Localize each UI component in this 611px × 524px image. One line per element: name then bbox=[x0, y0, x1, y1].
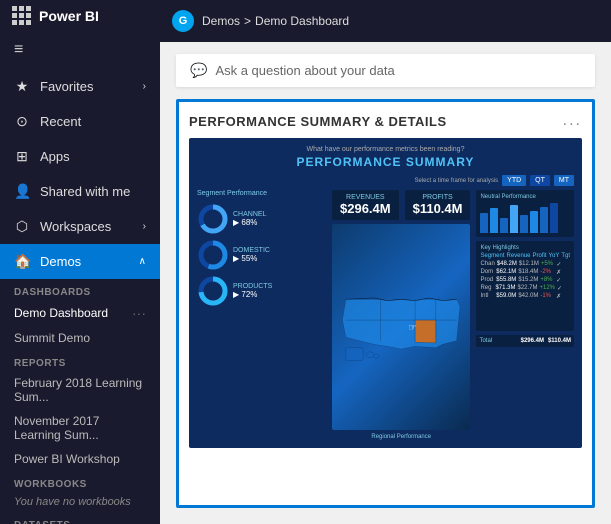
favorites-icon: ★ bbox=[14, 78, 30, 95]
profits-label: PROFITS bbox=[413, 194, 463, 201]
nav-sub-label: Demo Dashboard bbox=[14, 306, 108, 320]
products-row: PRODUCTS ▶ 72% bbox=[197, 275, 326, 307]
chevron-icon: › bbox=[143, 221, 146, 232]
select-label: Select a time frame for analysis bbox=[414, 178, 498, 184]
sidebar-header: Power BI bbox=[0, 0, 160, 31]
card-header: PERFORMANCE SUMMARY & DETAILS ... bbox=[189, 112, 582, 130]
viz-subtitle: What have our performance metrics been r… bbox=[197, 146, 574, 153]
channel-metrics: CHANNEL ▶ 68% bbox=[233, 211, 266, 227]
table-row: Dom $62.1M $18.4M -2% ✗ bbox=[480, 269, 570, 276]
shared-icon: 👤 bbox=[14, 183, 30, 200]
filter-qt-button[interactable]: QT bbox=[530, 175, 550, 186]
segment-label: Segment Performance bbox=[197, 190, 326, 197]
top-bar: G Demos > Demo Dashboard bbox=[160, 0, 611, 42]
breadcrumb-dashboard: Demo Dashboard bbox=[255, 14, 349, 28]
sidebar-item-recent[interactable]: ⊙ Recent bbox=[0, 104, 160, 139]
perf-left: Segment Performance CHANNEL ▶ 68% bbox=[197, 190, 326, 440]
perf-body: Segment Performance CHANNEL ▶ 68% bbox=[197, 190, 574, 440]
highlights-label: Key Highlights bbox=[480, 245, 570, 251]
svg-text:☞: ☞ bbox=[408, 322, 417, 333]
key-highlights-table: Key Highlights Segment Revenue Profit Yo… bbox=[476, 241, 574, 331]
app-name: Power BI bbox=[39, 8, 99, 24]
nav-sub-report-1[interactable]: February 2018 Learning Sum... bbox=[0, 371, 160, 409]
main-content: G Demos > Demo Dashboard 💬 Ask a questio… bbox=[160, 0, 611, 524]
perf-right: Neutral Performance bbox=[476, 190, 574, 440]
breadcrumb-demos[interactable]: Demos bbox=[202, 14, 240, 28]
breadcrumb-separator: > bbox=[244, 14, 251, 28]
table-header: Segment Revenue Profit YoY Tgt bbox=[480, 253, 570, 259]
waffle-icon[interactable] bbox=[12, 6, 31, 25]
section-datasets: DATASETS bbox=[0, 512, 160, 524]
hamburger-button[interactable]: ≡ bbox=[0, 31, 160, 69]
table-row: Reg $71.3M $22.7M +12% ✓ bbox=[480, 285, 570, 292]
nav-sub-report-3[interactable]: Power BI Workshop bbox=[0, 447, 160, 471]
section-workbooks: WORKBOOKS bbox=[0, 471, 160, 492]
breadcrumb: Demos > Demo Dashboard bbox=[202, 14, 349, 28]
recent-icon: ⊙ bbox=[14, 113, 30, 130]
qa-icon: 💬 bbox=[190, 62, 207, 79]
sidebar-item-favorites[interactable]: ★ Favorites › bbox=[0, 69, 160, 104]
nav-sub-label: February 2018 Learning Sum... bbox=[14, 376, 146, 404]
sidebar-item-apps[interactable]: ⊞ Apps bbox=[0, 139, 160, 174]
us-map: ☞ bbox=[332, 224, 470, 430]
apps-icon: ⊞ bbox=[14, 148, 30, 165]
sidebar-item-workspaces[interactable]: ⬡ Workspaces › bbox=[0, 209, 160, 244]
perf-title-bar: What have our performance metrics been r… bbox=[197, 146, 574, 169]
neutral-perf-label: Neutral Performance bbox=[480, 194, 570, 200]
user-badge[interactable]: G bbox=[172, 10, 194, 32]
filter-mt-button[interactable]: MT bbox=[554, 175, 574, 186]
no-workbooks-text: You have no workbooks bbox=[0, 492, 160, 512]
sidebar-item-label: Workspaces bbox=[40, 219, 111, 234]
card-menu-button[interactable]: ... bbox=[563, 112, 582, 130]
table-row: Chan $48.2M $12.1M +5% ✓ bbox=[480, 261, 570, 268]
nav-sub-label: Power BI Workshop bbox=[14, 452, 120, 466]
workspaces-icon: ⬡ bbox=[14, 218, 30, 235]
sidebar: Power BI ≡ ★ Favorites › ⊙ Recent ⊞ Apps… bbox=[0, 0, 160, 524]
sidebar-item-demos[interactable]: 🏠 Demos ∧ bbox=[0, 244, 160, 279]
sidebar-item-label: Recent bbox=[40, 114, 81, 129]
domestic-row: DOMESTIC ▶ 55% bbox=[197, 239, 326, 271]
demos-icon: 🏠 bbox=[14, 253, 30, 270]
sidebar-item-shared[interactable]: 👤 Shared with me bbox=[0, 174, 160, 209]
products-metrics: PRODUCTS ▶ 72% bbox=[233, 283, 272, 299]
context-menu-icon[interactable]: ··· bbox=[132, 305, 146, 321]
chevron-icon: › bbox=[143, 81, 146, 92]
card-title: PERFORMANCE SUMMARY & DETAILS bbox=[189, 114, 447, 129]
sidebar-item-label: Apps bbox=[40, 149, 70, 164]
nav-sub-report-2[interactable]: November 2017 Learning Sum... bbox=[0, 409, 160, 447]
channel-row: CHANNEL ▶ 68% bbox=[197, 203, 326, 235]
performance-viz: What have our performance metrics been r… bbox=[189, 138, 582, 448]
dashboard-card: PERFORMANCE SUMMARY & DETAILS ... What h… bbox=[176, 99, 595, 508]
sidebar-item-label: Demos bbox=[40, 254, 81, 269]
nav-sub-summit-demo[interactable]: Summit Demo bbox=[0, 326, 160, 350]
nav-sub-label: Summit Demo bbox=[14, 331, 90, 345]
regional-label: Regional Performance bbox=[332, 434, 470, 440]
section-reports: REPORTS bbox=[0, 350, 160, 371]
domestic-metrics: DOMESTIC ▶ 55% bbox=[233, 247, 270, 263]
table-row: Prod $55.8M $15.2M +8% ✓ bbox=[480, 277, 570, 284]
filter-ytd-button[interactable]: YTD bbox=[502, 175, 526, 186]
sidebar-item-label: Shared with me bbox=[40, 184, 130, 199]
table-row: Intl $59.0M $42.0M -1% ✗ bbox=[480, 293, 570, 300]
nav-sub-label: November 2017 Learning Sum... bbox=[14, 414, 146, 442]
chevron-down-icon: ∧ bbox=[139, 256, 146, 267]
sidebar-item-label: Favorites bbox=[40, 79, 93, 94]
nav-sub-demo-dashboard[interactable]: Demo Dashboard ··· bbox=[0, 300, 160, 326]
profits-value: $110.4M bbox=[413, 201, 463, 216]
section-dashboards: DASHBOARDS bbox=[0, 279, 160, 300]
revenues-value: $296.4M bbox=[340, 201, 391, 216]
qa-bar[interactable]: 💬 Ask a question about your data bbox=[176, 54, 595, 87]
viz-title: PERFORMANCE SUMMARY bbox=[197, 155, 574, 169]
revenues-label: REVENUES bbox=[340, 194, 391, 201]
qa-placeholder: Ask a question about your data bbox=[215, 63, 394, 78]
